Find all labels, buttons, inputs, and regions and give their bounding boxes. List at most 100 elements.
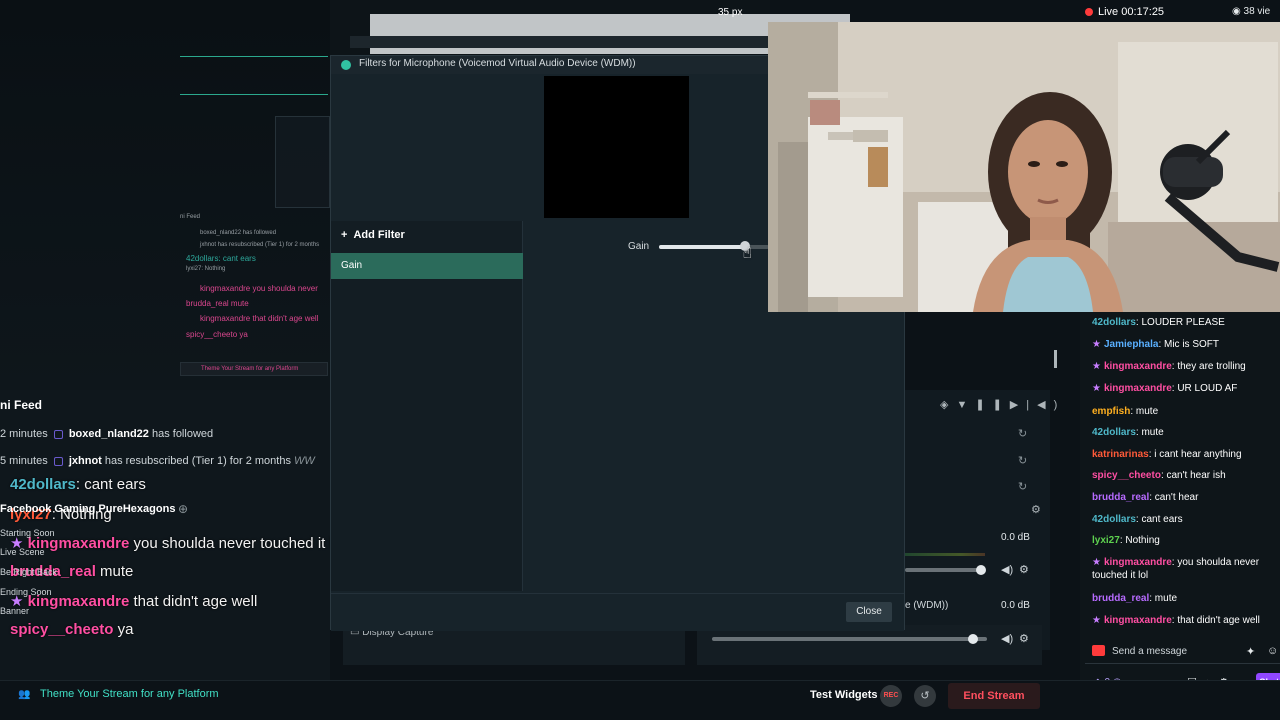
add-scene-icon[interactable]: ⊕ bbox=[178, 502, 188, 516]
feed-action: has followed bbox=[151, 428, 214, 440]
mini-chat-box bbox=[275, 116, 330, 208]
end-stream-button[interactable]: End Stream bbox=[948, 683, 1040, 709]
gain-slider[interactable] bbox=[659, 245, 769, 249]
viewer-count-text: 38 vie bbox=[1243, 6, 1271, 17]
mini-divider bbox=[180, 56, 328, 57]
feed-note: WW bbox=[294, 455, 315, 467]
add-filter-label: Add Filter bbox=[353, 229, 405, 241]
mini-row: kingmaxandre you shoulda never bbox=[200, 284, 318, 293]
mini-row: spicy__cheeto ya bbox=[186, 330, 248, 339]
eye-icon: ◉ bbox=[1232, 6, 1244, 17]
scene-item[interactable]: Live Scene bbox=[0, 547, 45, 557]
chat-username[interactable]: kingmaxandre bbox=[1104, 361, 1172, 372]
subscriber-badge-icon: ★ bbox=[1092, 615, 1101, 626]
mini-preview: ni Feed boxed_nland22 has followed jxhno… bbox=[180, 10, 330, 380]
emote-icon[interactable] bbox=[1092, 645, 1105, 656]
gear-icon[interactable]: ⚙ bbox=[1031, 503, 1041, 516]
chat-username[interactable]: 42dollars bbox=[1092, 427, 1136, 438]
volume-icon[interactable]: ◀) bbox=[1037, 399, 1065, 411]
chat-username[interactable]: 42dollars bbox=[1092, 514, 1136, 525]
overlay-chat-line: spicy__cheeto ya bbox=[10, 621, 133, 638]
chat-input-placeholder: Send a message bbox=[1112, 646, 1188, 657]
track-label: e (WDM)) bbox=[905, 600, 949, 611]
track-db: 0.0 dB bbox=[1001, 532, 1030, 543]
gain-slider-fill bbox=[659, 245, 745, 249]
chat-user: spicy__cheeto bbox=[10, 621, 114, 638]
scene-item[interactable]: Ending Soon bbox=[0, 587, 52, 597]
shield-icon[interactable]: ◈ bbox=[940, 399, 956, 411]
filter-item-gain[interactable]: Gain bbox=[331, 253, 523, 279]
chat-message: empfish: mute bbox=[1092, 405, 1278, 418]
subscribe-icon bbox=[53, 456, 63, 466]
record-button[interactable]: REC bbox=[880, 685, 902, 707]
subscriber-badge-icon: ★ bbox=[1092, 383, 1101, 394]
chat-username[interactable]: katrinarinas bbox=[1092, 449, 1149, 460]
plus-icon: + bbox=[341, 229, 348, 241]
chat-username[interactable]: Jamiephala bbox=[1104, 339, 1158, 350]
audio-mixer bbox=[900, 390, 1050, 650]
volume-icon[interactable]: ◀) bbox=[1001, 563, 1013, 576]
chat-username[interactable]: kingmaxandre bbox=[1104, 615, 1172, 626]
filter-icon[interactable]: ▼ bbox=[956, 399, 975, 411]
chat-username[interactable]: 42dollars bbox=[1092, 317, 1136, 328]
chat-message-text: : mute bbox=[1149, 593, 1178, 604]
chat-message: 42dollars: cant ears bbox=[1092, 513, 1278, 526]
chat-panel: 42dollars: LOUDER PLEASE ★ Jamiephala: Mic… bbox=[1080, 312, 1280, 682]
volume-icon[interactable]: ◀) bbox=[1001, 632, 1013, 645]
chat-username[interactable]: brudda_real bbox=[1092, 593, 1149, 604]
mini-banner: Theme Your Stream for any Platform bbox=[180, 362, 328, 376]
dialog-title: Filters for Microphone (Voicemod Virtual… bbox=[359, 58, 636, 69]
chat-message: 42dollars: mute bbox=[1092, 426, 1278, 439]
scene-item[interactable]: Starting Soon bbox=[0, 528, 55, 538]
chat-username[interactable]: lyxi27 bbox=[1092, 535, 1120, 546]
mini-row: kingmaxandre that didn't age well bbox=[200, 314, 319, 323]
scrollbar-handle[interactable] bbox=[1054, 350, 1057, 368]
feed-time: 2 minutes bbox=[0, 428, 48, 440]
volume-slider[interactable] bbox=[905, 565, 986, 575]
chat-username[interactable]: spicy__cheeto bbox=[1092, 470, 1161, 481]
feed-user[interactable]: boxed_nland22 bbox=[69, 428, 149, 440]
chat-text: : cant ears bbox=[75, 476, 146, 493]
track-db: 0.0 dB bbox=[1001, 600, 1030, 611]
settings-icon[interactable]: ☺ bbox=[1267, 645, 1278, 657]
replay-buffer-icon[interactable]: ↺ bbox=[914, 685, 936, 707]
chat-username[interactable]: kingmaxandre bbox=[1104, 557, 1172, 568]
wand-icon[interactable]: ✦ bbox=[1246, 645, 1255, 658]
chat-message: lyxi27: Nothing bbox=[1092, 534, 1278, 547]
theme-link[interactable]: Theme Your Stream for any Platform bbox=[40, 688, 219, 700]
hand-cursor-icon: ☝ bbox=[742, 245, 752, 262]
scene-item[interactable]: Be Right Back bbox=[0, 567, 57, 577]
chat-message: 42dollars: LOUDER PLEASE bbox=[1092, 316, 1278, 329]
add-filter-button[interactable]: + Add Filter bbox=[341, 229, 405, 241]
feed-user[interactable]: jxhnot bbox=[69, 455, 102, 467]
chat-user: 42dollars bbox=[10, 476, 76, 493]
feed-row: 2 minutes boxed_nland22 has followed bbox=[0, 428, 213, 440]
chat-message-text: : they are trolling bbox=[1171, 361, 1246, 372]
chat-message: ★ kingmaxandre: that didn't age well bbox=[1092, 614, 1278, 627]
dialog-footer: Close bbox=[331, 593, 904, 631]
chat-username[interactable]: brudda_real bbox=[1092, 492, 1149, 503]
chat-message: ★ kingmaxandre: UR LOUD AF bbox=[1092, 382, 1278, 395]
close-button[interactable]: Close bbox=[846, 602, 892, 622]
volume-slider-knob[interactable] bbox=[976, 565, 986, 575]
chat-username[interactable]: empfish bbox=[1092, 406, 1130, 417]
pause-icon[interactable]: ❚❚ bbox=[975, 399, 1009, 411]
scene-item[interactable]: Banner bbox=[0, 606, 29, 616]
chat-message-text: : mute bbox=[1135, 427, 1164, 438]
refresh-icon[interactable]: ↻ bbox=[1018, 480, 1027, 493]
chat-message-text: : i cant hear anything bbox=[1148, 449, 1242, 460]
test-widgets-button[interactable]: Test Widgets bbox=[810, 689, 878, 701]
chat-username[interactable]: kingmaxandre bbox=[1104, 383, 1172, 394]
gear-icon[interactable]: ⚙ bbox=[1019, 632, 1029, 645]
volume-slider[interactable] bbox=[712, 634, 987, 644]
refresh-icon[interactable]: ↻ bbox=[1018, 454, 1027, 467]
gear-icon[interactable]: ⚙ bbox=[1019, 563, 1029, 576]
refresh-icon[interactable]: ↻ bbox=[1018, 427, 1027, 440]
chat-message-text: : can't hear ish bbox=[1160, 470, 1226, 481]
filter-list: + Add Filter Gain bbox=[331, 221, 523, 591]
skip-icon[interactable]: ▶| bbox=[1010, 399, 1037, 411]
scene-collection-title[interactable]: Facebook Gaming PureHexagons bbox=[0, 503, 175, 515]
feed-row: 5 minutes jxhnot has resubscribed (Tier … bbox=[0, 455, 315, 467]
mini-divider bbox=[180, 94, 328, 95]
chat-text: ya bbox=[117, 621, 134, 638]
